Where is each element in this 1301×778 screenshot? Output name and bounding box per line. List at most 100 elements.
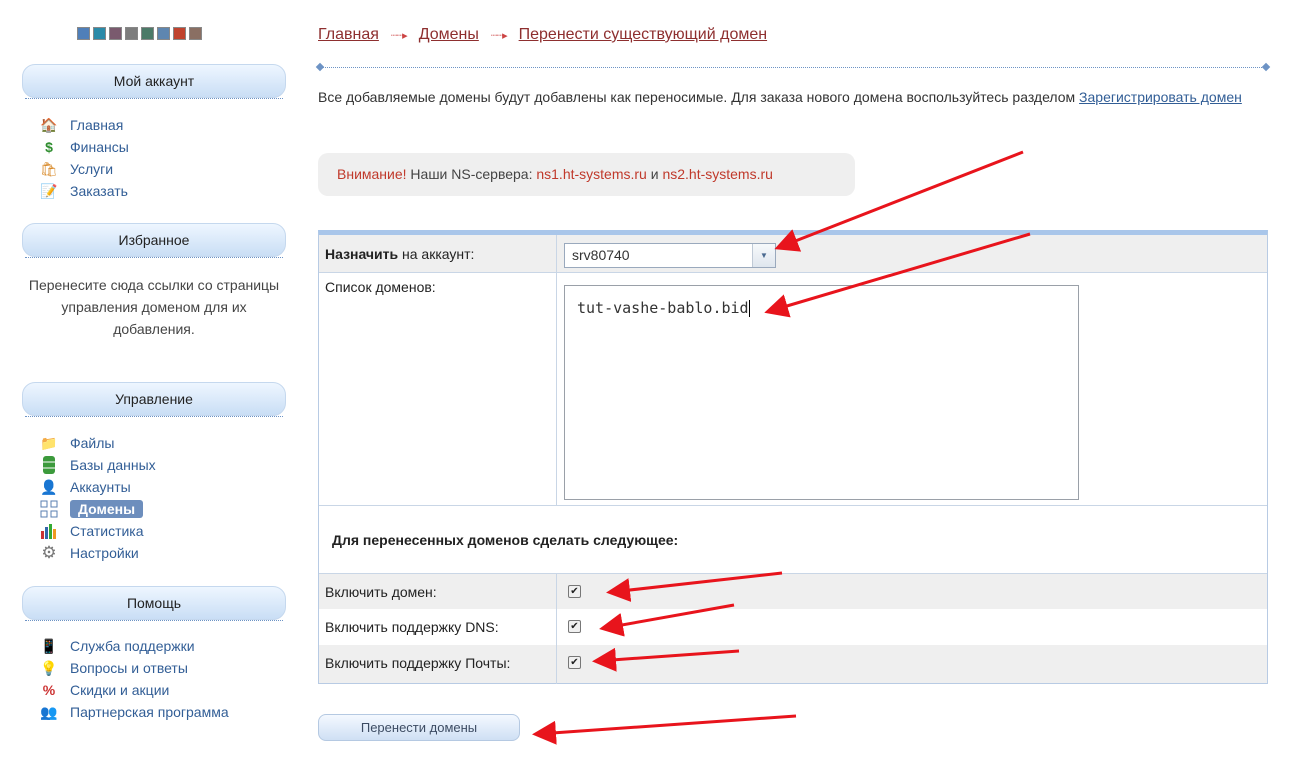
ns-notice: Внимание! Наши NS-сервера: ns1.ht-system… xyxy=(318,153,855,196)
option-row-domain: Включить домен: ✔ xyxy=(319,574,1267,609)
breadcrumb-home[interactable]: Главная xyxy=(318,26,379,44)
lightbulb-icon: 💡 xyxy=(40,659,58,676)
sidebar-item-label: Настройки xyxy=(70,545,139,561)
theme-swatch-4[interactable] xyxy=(125,27,138,40)
breadcrumb-arrow-icon: ┈┈▸ xyxy=(490,29,508,42)
gear-icon: ⚙ xyxy=(41,543,57,562)
ns1-value: ns1.ht-systems.ru xyxy=(536,166,647,182)
option-row-dns: Включить поддержку DNS: ✔ xyxy=(319,609,1267,645)
panel-header-account: Мой аккаунт xyxy=(22,64,286,99)
account-nav: 🏠 Главная $ Финансы 🛍 Услуги 📝 Заказать xyxy=(38,114,129,202)
partners-icon: 👥 xyxy=(40,703,58,720)
sidebar-item-databases[interactable]: Базы данных xyxy=(38,454,156,476)
sidebar-item-finance[interactable]: $ Финансы xyxy=(38,136,129,158)
sidebar-item-label: Домены xyxy=(70,500,144,518)
option-label-dns: Включить поддержку DNS: xyxy=(325,619,499,635)
notice-warning: Внимание! xyxy=(337,166,407,182)
chevron-down-icon[interactable]: ▼ xyxy=(752,244,775,267)
text-caret xyxy=(748,300,750,317)
sidebar-item-label: Базы данных xyxy=(70,457,156,473)
breadcrumb-arrow-icon: ┈┈▸ xyxy=(390,29,408,42)
breadcrumb: Главная ┈┈▸ Домены ┈┈▸ Перенести существ… xyxy=(318,26,767,44)
sidebar-item-label: Заказать xyxy=(70,183,128,199)
sidebar-item-label: Файлы xyxy=(70,435,115,451)
sidebar-item-faq[interactable]: 💡 Вопросы и ответы xyxy=(38,657,229,679)
divider xyxy=(320,67,1266,68)
sidebar-item-label: Главная xyxy=(70,117,124,133)
domains-grid-icon xyxy=(38,500,60,518)
sidebar-item-settings[interactable]: ⚙ Настройки xyxy=(38,542,156,564)
domains-textarea-value: tut-vashe-bablo.bid xyxy=(577,299,749,317)
phone-icon: 📱 xyxy=(40,637,58,654)
option-row-mail: Включить поддержку Почты: ✔ xyxy=(319,645,1267,683)
panel-header-management: Управление xyxy=(22,382,286,417)
favorites-hint: Перенесите сюда ссылки со страницы управ… xyxy=(28,277,280,337)
theme-swatch-8[interactable] xyxy=(189,27,202,40)
enable-dns-checkbox[interactable]: ✔ xyxy=(568,620,581,633)
sidebar-item-discounts[interactable]: % Скидки и акции xyxy=(38,679,229,701)
enable-mail-checkbox[interactable]: ✔ xyxy=(568,656,581,669)
management-nav: 📁 Файлы Базы данных 👤 Аккаунты Домены Ст… xyxy=(38,432,156,564)
sidebar-item-label: Скидки и акции xyxy=(70,682,170,698)
intro-text: Все добавляемые домены будут добавлены к… xyxy=(318,90,1278,105)
theme-swatch-5[interactable] xyxy=(141,27,154,40)
sidebar-item-partners[interactable]: 👥 Партнерская программа xyxy=(38,701,229,723)
theme-switcher xyxy=(77,27,202,40)
theme-swatch-2[interactable] xyxy=(93,27,106,40)
sidebar-item-label: Услуги xyxy=(70,161,114,177)
bar-chart-icon xyxy=(38,522,60,540)
basket-icon: 🛍 xyxy=(40,160,58,177)
account-row: Назначить на аккаунт: srv80740 ▼ xyxy=(319,235,1267,272)
sidebar-item-label: Аккаунты xyxy=(70,479,131,495)
enable-domain-checkbox[interactable]: ✔ xyxy=(568,585,581,598)
transfer-form: Назначить на аккаунт: srv80740 ▼ Список … xyxy=(318,230,1268,684)
options-section-title: Для перенесенных доменов сделать следующ… xyxy=(332,532,679,548)
column-divider xyxy=(556,235,557,505)
database-icon xyxy=(38,456,60,474)
discount-icon: % xyxy=(42,682,56,698)
ns2-value: ns2.ht-systems.ru xyxy=(662,166,773,182)
account-select[interactable]: srv80740 ▼ xyxy=(564,243,776,268)
order-form-icon: 📝 xyxy=(40,182,58,199)
sidebar-item-support[interactable]: 📱 Служба поддержки xyxy=(38,635,229,657)
option-label-mail: Включить поддержку Почты: xyxy=(325,655,511,671)
register-domain-link[interactable]: Зарегистрировать домен xyxy=(1079,89,1242,105)
breadcrumb-domains[interactable]: Домены xyxy=(419,26,479,44)
theme-swatch-3[interactable] xyxy=(109,27,122,40)
sidebar-item-label: Служба поддержки xyxy=(70,638,195,654)
breadcrumb-transfer[interactable]: Перенести существующий домен xyxy=(519,26,767,44)
user-icon: 👤 xyxy=(40,478,58,495)
notice-text: Наши NS-сервера: xyxy=(406,166,537,182)
account-label-rest: на аккаунт: xyxy=(398,246,475,262)
intro-text-body: Все добавляемые домены будут добавлены к… xyxy=(318,89,1080,105)
theme-swatch-1[interactable] xyxy=(77,27,90,40)
sidebar-item-label: Партнерская программа xyxy=(70,704,229,720)
sidebar-item-label: Статистика xyxy=(70,523,144,539)
sidebar-item-domains[interactable]: Домены xyxy=(38,498,156,520)
account-label-bold: Назначить xyxy=(325,246,399,262)
sidebar-item-services[interactable]: 🛍 Услуги xyxy=(38,158,129,180)
sidebar-item-label: Вопросы и ответы xyxy=(70,660,188,676)
sidebar-item-files[interactable]: 📁 Файлы xyxy=(38,432,156,454)
sidebar-item-home[interactable]: 🏠 Главная xyxy=(38,114,129,136)
dollar-icon: $ xyxy=(45,139,53,155)
account-label: Назначить на аккаунт: xyxy=(325,246,474,262)
sidebar-item-statistics[interactable]: Статистика xyxy=(38,520,156,542)
theme-swatch-6[interactable] xyxy=(157,27,170,40)
help-nav: 📱 Служба поддержки 💡 Вопросы и ответы % … xyxy=(38,635,229,723)
domains-label: Список доменов: xyxy=(325,279,436,295)
sidebar-item-accounts[interactable]: 👤 Аккаунты xyxy=(38,476,156,498)
options-section: Для перенесенных доменов сделать следующ… xyxy=(319,506,1267,573)
sidebar-item-order[interactable]: 📝 Заказать xyxy=(38,180,129,202)
panel-header-help: Помощь xyxy=(22,586,286,621)
arrow-to-submit-button xyxy=(532,714,797,745)
domains-textarea[interactable]: tut-vashe-bablo.bid xyxy=(564,285,1079,500)
column-divider xyxy=(556,574,557,684)
sidebar-item-label: Финансы xyxy=(70,139,129,155)
transfer-domains-button[interactable]: Перенести домены xyxy=(318,714,520,741)
account-select-value: srv80740 xyxy=(572,247,630,263)
notice-and: и xyxy=(646,166,663,182)
theme-swatch-7[interactable] xyxy=(173,27,186,40)
panel-header-favorites: Избранное xyxy=(22,223,286,258)
home-icon: 🏠 xyxy=(40,116,58,133)
